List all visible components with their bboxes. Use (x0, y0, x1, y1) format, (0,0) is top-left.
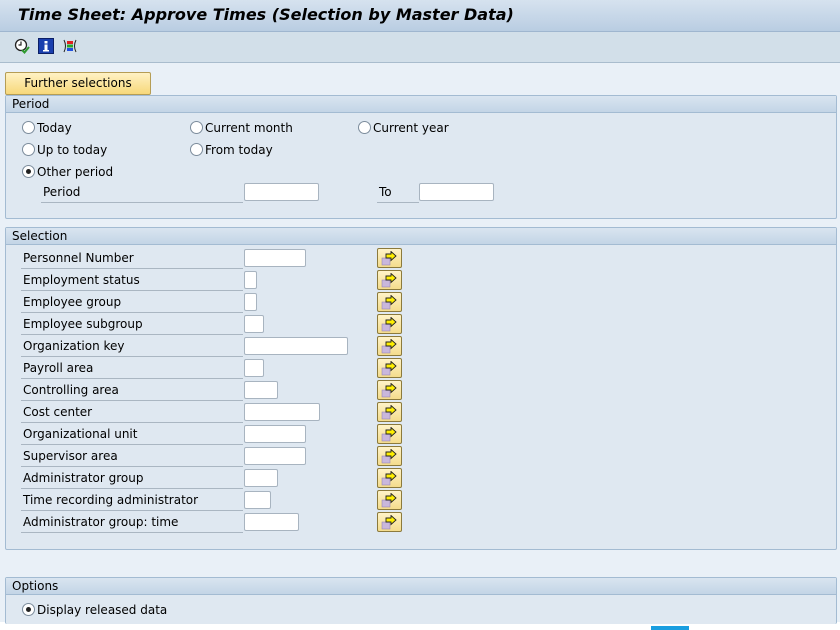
sap-logo (651, 626, 689, 630)
radio-from-today[interactable]: From today (190, 143, 273, 157)
administrator-group-time-input[interactable] (244, 513, 299, 531)
administrator-group-input[interactable] (244, 469, 278, 487)
options-group-title: Options (6, 578, 836, 595)
organization-key-multiple-selection-button[interactable] (377, 336, 402, 356)
organizational-unit-input[interactable] (244, 425, 306, 443)
personnel-number-multiple-selection-button[interactable] (377, 248, 402, 268)
employment-status-input[interactable] (244, 271, 257, 289)
radio-circle[interactable] (358, 121, 371, 134)
organization-key-label: Organization key (21, 337, 243, 357)
radio-circle[interactable] (190, 143, 203, 156)
supervisor-area-multiple-selection-button[interactable] (377, 446, 402, 466)
employment-status-label: Employment status (21, 271, 243, 291)
radio-other-period[interactable]: Other period (22, 165, 113, 179)
employee-group-label: Employee group (21, 293, 243, 313)
payroll-area-multiple-selection-button[interactable] (377, 358, 402, 378)
radio-current-month[interactable]: Current month (190, 121, 293, 135)
controlling-area-input[interactable] (244, 381, 278, 399)
organizational-unit-multiple-selection-button[interactable] (377, 424, 402, 444)
window-title: Time Sheet: Approve Times (Selection by … (18, 5, 514, 24)
payroll-area-label: Payroll area (21, 359, 243, 379)
multiple-selection-arrow-icon (381, 493, 397, 508)
cost-center-multiple-selection-button[interactable] (377, 402, 402, 422)
multiple-selection-arrow-icon (381, 471, 397, 486)
time-recording-administrator-multiple-selection-button[interactable] (377, 490, 402, 510)
cost-center-label: Cost center (21, 403, 243, 423)
multiple-selection-arrow-icon (381, 515, 397, 530)
personnel-number-label: Personnel Number (21, 249, 243, 269)
title-bar: Time Sheet: Approve Times (Selection by … (0, 0, 840, 32)
employee-subgroup-label: Employee subgroup (21, 315, 243, 335)
personnel-number-input[interactable] (244, 249, 306, 267)
radio-today[interactable]: Today (22, 121, 72, 135)
employee-group-input[interactable] (244, 293, 257, 311)
supervisor-area-input[interactable] (244, 447, 306, 465)
multiple-selection-arrow-icon (381, 273, 397, 288)
selection-group: Selection Personnel Number Employment sta… (5, 227, 837, 550)
period-to-input[interactable] (419, 183, 494, 201)
radio-circle-selected[interactable] (22, 603, 35, 616)
radio-circle[interactable] (22, 143, 35, 156)
period-group-title: Period (6, 96, 836, 113)
organization-key-input[interactable] (244, 337, 348, 355)
multiple-selection-arrow-icon (381, 427, 397, 442)
time-recording-administrator-label: Time recording administrator (21, 491, 243, 511)
radio-current-year[interactable]: Current year (358, 121, 449, 135)
further-selections-button[interactable]: Further selections (5, 72, 151, 95)
radio-circle[interactable] (190, 121, 203, 134)
supervisor-area-label: Supervisor area (21, 447, 243, 467)
selection-group-title: Selection (6, 228, 836, 245)
employee-subgroup-multiple-selection-button[interactable] (377, 314, 402, 334)
employee-group-multiple-selection-button[interactable] (377, 292, 402, 312)
payroll-area-input[interactable] (244, 359, 264, 377)
period-from-input[interactable] (244, 183, 319, 201)
organizational-unit-label: Organizational unit (21, 425, 243, 445)
controlling-area-label: Controlling area (21, 381, 243, 401)
radio-up-to-today[interactable]: Up to today (22, 143, 107, 157)
radio-display-released-data[interactable]: Display released data (22, 603, 167, 617)
multiple-selection-arrow-icon (381, 317, 397, 332)
administrator-group-label: Administrator group (21, 469, 243, 489)
employment-status-multiple-selection-button[interactable] (377, 270, 402, 290)
to-label: To (377, 183, 419, 203)
multiple-selection-arrow-icon (381, 295, 397, 310)
multiple-selection-arrow-icon (381, 361, 397, 376)
period-label: Period (41, 183, 243, 203)
cost-center-input[interactable] (244, 403, 320, 421)
period-group: Period Today Current month Current year … (5, 95, 837, 219)
multiple-selection-arrow-icon (381, 449, 397, 464)
multiple-selection-arrow-icon (381, 339, 397, 354)
execute-icon[interactable] (14, 38, 30, 54)
multiple-selection-arrow-icon (381, 383, 397, 398)
main-content: Further selections Period Today Current … (0, 63, 840, 624)
administrator-group-time-multiple-selection-button[interactable] (377, 512, 402, 532)
options-group: Options Display released data (5, 577, 837, 624)
multiple-selection-arrow-icon (381, 251, 397, 266)
time-recording-administrator-input[interactable] (244, 491, 271, 509)
application-toolbar: © www.tutorialkart.com (0, 32, 840, 95)
controlling-area-multiple-selection-button[interactable] (377, 380, 402, 400)
administrator-group-multiple-selection-button[interactable] (377, 468, 402, 488)
administrator-group-time-label: Administrator group: time (21, 513, 243, 533)
info-icon[interactable] (38, 38, 54, 54)
selection-options-icon[interactable] (62, 38, 78, 54)
radio-circle[interactable] (22, 121, 35, 134)
employee-subgroup-input[interactable] (244, 315, 264, 333)
radio-circle-selected[interactable] (22, 165, 35, 178)
multiple-selection-arrow-icon (381, 405, 397, 420)
